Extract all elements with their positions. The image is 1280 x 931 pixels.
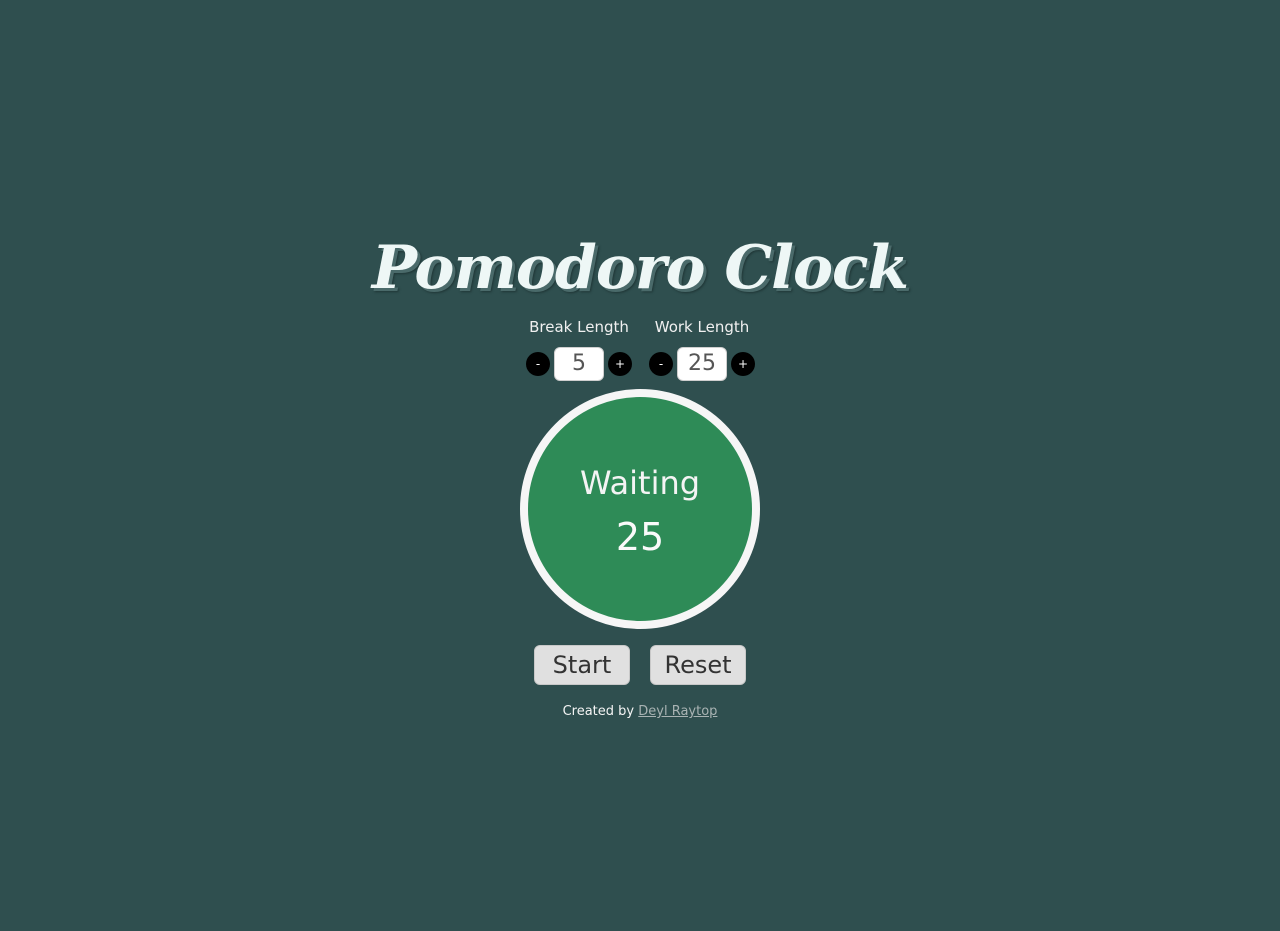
- timer-circle[interactable]: Waiting 25: [520, 389, 760, 629]
- break-length-stepper: - 5 +: [520, 347, 638, 381]
- break-length-label: Break Length: [529, 318, 629, 336]
- timer-count: 25: [615, 515, 665, 559]
- timer-status: Waiting: [579, 464, 701, 502]
- break-increment-button[interactable]: +: [608, 352, 632, 376]
- work-decrement-button[interactable]: -: [649, 352, 673, 376]
- work-length-stepper: - 25 +: [643, 347, 761, 381]
- break-decrement-button[interactable]: -: [526, 352, 550, 376]
- work-length-label: Work Length: [654, 318, 750, 336]
- page-title: Pomodoro Clock: [371, 233, 909, 303]
- footer-credit: Created by Deyl Raytop: [0, 701, 1280, 723]
- break-length-group: Break Length - 5 +: [520, 315, 638, 381]
- footer-prefix: Created by: [562, 704, 639, 719]
- start-button[interactable]: Start: [534, 645, 630, 685]
- work-increment-button[interactable]: +: [731, 352, 755, 376]
- reset-button[interactable]: Reset: [650, 645, 746, 685]
- work-length-group: Work Length - 25 +: [643, 315, 761, 381]
- work-length-value: 25: [677, 347, 727, 381]
- author-link[interactable]: Deyl Raytop: [638, 704, 717, 719]
- break-length-value: 5: [554, 347, 604, 381]
